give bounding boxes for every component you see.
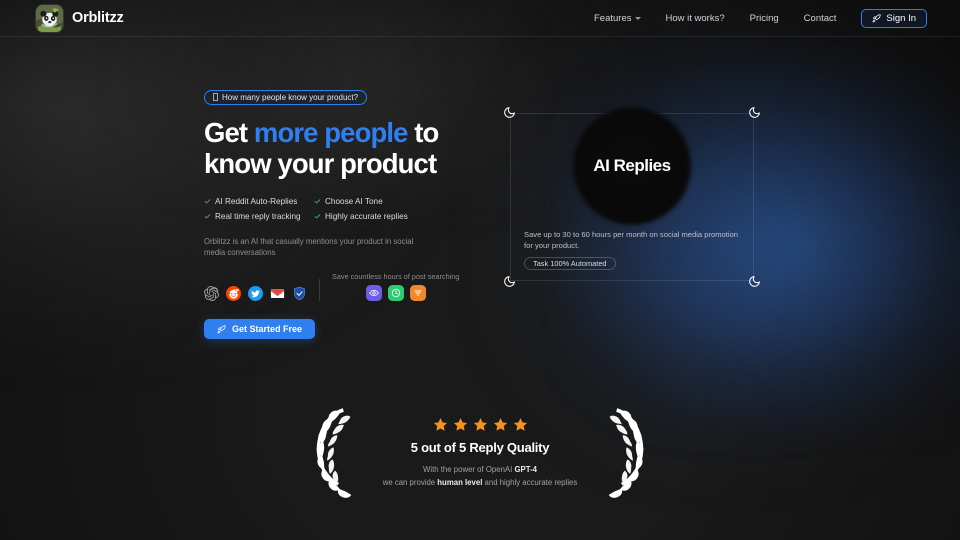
headline-line1-post: to [407, 117, 439, 148]
nav-item-pricing[interactable]: Pricing [750, 13, 779, 24]
headline-line2: know your product [204, 147, 437, 179]
nav-item-contact[interactable]: Contact [804, 13, 837, 24]
feature-item-label: Highly accurate replies [325, 211, 408, 221]
rating-sub-line1-bold: GPT-4 [514, 464, 537, 474]
check-icon [204, 198, 211, 204]
nav-item-how-it-works[interactable]: How it works? [666, 13, 725, 24]
openai-icon [204, 286, 219, 302]
star-icon [493, 417, 507, 431]
check-icon [314, 213, 321, 219]
site-header: Orblitzz Features How it works? Pricing … [0, 0, 960, 37]
rating-title: 5 out of 5 Reply Quality [410, 439, 550, 455]
rating-subtext: With the power of OpenAI GPT-4 we can pr… [383, 464, 578, 490]
rating-content: 5 out of 5 Reply Quality With the power … [355, 417, 605, 490]
missing-glyph-box-icon [213, 93, 218, 101]
page-root: Orblitzz Features How it works? Pricing … [0, 0, 960, 540]
save-hours-label: Save countless hours of post searching [332, 272, 460, 282]
divider [319, 279, 320, 302]
twitter-icon [248, 286, 263, 302]
rating-section: 5 out of 5 Reply Quality With the power … [0, 398, 960, 508]
hero-subtext: Orblitzz is an AI that casually mentions… [204, 236, 414, 257]
gmail-icon [270, 289, 285, 299]
app-icon-list [365, 285, 426, 302]
chevron-down-icon [634, 17, 641, 20]
clock-icon-tile [387, 285, 404, 302]
laurel-wreath-icon [316, 408, 352, 498]
hero-badge-label: How many people know your product? [222, 92, 359, 102]
brand-name: Orblitzz [72, 10, 124, 26]
task-automated-badge[interactable]: Task 100% Automated [524, 257, 616, 270]
star-icon [453, 417, 467, 431]
star-rating [433, 417, 528, 432]
feature-item-label: Real time reply tracking [215, 211, 301, 221]
check-icon [314, 198, 321, 204]
filter-sliders-icon-tile [409, 285, 426, 302]
feature-item: Real time reply tracking [204, 212, 310, 221]
star-icon [513, 417, 527, 431]
eye-icon-tile [365, 285, 382, 302]
star-icon [473, 417, 487, 431]
brave-shield-icon [294, 286, 305, 301]
crescent-moon-icon [504, 276, 515, 287]
eye-icon [368, 290, 379, 297]
feature-item: AI Reddit Auto-Replies [204, 197, 310, 206]
sign-in-button[interactable]: Sign In [861, 8, 927, 28]
crescent-moon-icon [749, 107, 760, 118]
brand-logo-list [204, 286, 307, 302]
crescent-moon-icon [504, 107, 515, 118]
star-icon [433, 417, 447, 431]
ai-replies-title: AI Replies [593, 156, 671, 175]
feature-item-label: AI Reddit Auto-Replies [215, 196, 298, 206]
headline-line1-accent: more people [253, 117, 409, 148]
clock-icon [391, 289, 400, 298]
rating-sub-line2-pre: we can provide [382, 477, 438, 487]
rating-sub-line2-bold: human level [437, 477, 483, 487]
get-started-label: Get Started Free [232, 324, 303, 335]
sign-in-label: Sign In [886, 12, 916, 24]
check-icon [204, 213, 211, 219]
panda-logo-icon [36, 4, 63, 32]
feature-item-label: Choose AI Tone [325, 196, 383, 206]
page-title: Get more people to know your product [204, 117, 494, 180]
feature-item: Choose AI Tone [314, 197, 494, 206]
rating-sub-line1-pre: With the power of OpenAI [423, 464, 515, 474]
hero-left: How many people know your product? Get m… [204, 88, 494, 340]
main-nav: Features How it works? Pricing Contact S… [594, 8, 927, 28]
headline-line1-pre: Get [204, 117, 254, 148]
save-hours-block: Save countless hours of post searching [332, 272, 460, 302]
rating-sub-line2-post: and highly accurate replies [482, 477, 578, 487]
feature-item: Highly accurate replies [314, 212, 494, 221]
rocket-icon [217, 325, 226, 334]
nav-item-features[interactable]: Features [594, 13, 641, 24]
brand[interactable]: Orblitzz [36, 4, 124, 32]
hero-badge[interactable]: How many people know your product? [204, 89, 368, 105]
filter-sliders-icon [413, 290, 422, 296]
crescent-moon-icon [749, 276, 760, 287]
rocket-icon [872, 13, 882, 22]
nav-item-features-label: Features [594, 12, 632, 24]
integrations-row: Save countless hours of post searching [204, 272, 494, 302]
reddit-icon [226, 286, 241, 302]
laurel-wreath-icon [608, 408, 644, 498]
ai-replies-card: AI Replies Save up to 30 to 60 hours per… [504, 107, 760, 287]
hero-feature-list: AI Reddit Auto-Replies Choose AI Tone Re… [204, 197, 494, 221]
ai-replies-description: Save up to 30 to 60 hours per month on s… [524, 230, 739, 250]
get-started-button[interactable]: Get Started Free [204, 319, 316, 340]
